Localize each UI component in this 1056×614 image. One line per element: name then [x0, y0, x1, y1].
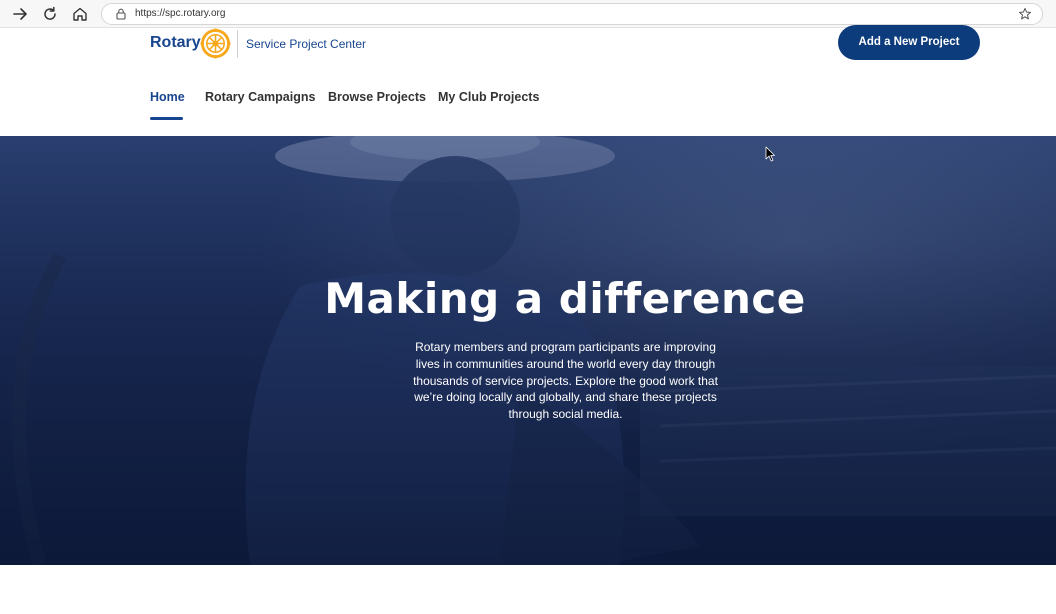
nav-active-indicator: [150, 117, 183, 120]
brand-divider: [237, 30, 238, 58]
lock-icon[interactable]: [114, 7, 128, 21]
mouse-cursor-icon: [765, 146, 775, 162]
brand-wordmark: Rotary: [150, 34, 201, 51]
add-new-project-button[interactable]: Add a New Project: [838, 25, 980, 60]
hero-title: Making a difference: [324, 274, 806, 323]
site-subtitle: Service Project Center: [246, 37, 367, 51]
browser-toolbar: https://spc.rotary.org: [0, 0, 1056, 28]
hero-description: Rotary members and program participants …: [413, 340, 718, 422]
hero-banner: Making a difference Rotary members and p…: [0, 136, 1056, 565]
nav-home[interactable]: Home: [150, 90, 185, 104]
back-arrow-icon[interactable]: [10, 4, 30, 24]
nav-my-club-projects[interactable]: My Club Projects: [438, 90, 539, 104]
rotary-wheel-icon: [200, 28, 231, 59]
site-header: Rotary Service Project Center Add a New …: [0, 25, 1056, 136]
star-icon[interactable]: [1018, 7, 1032, 21]
nav-browse-projects[interactable]: Browse Projects: [328, 90, 426, 104]
home-icon[interactable]: [70, 4, 90, 24]
url-text[interactable]: https://spc.rotary.org: [135, 7, 225, 21]
reload-icon[interactable]: [40, 4, 60, 24]
nav-rotary-campaigns[interactable]: Rotary Campaigns: [205, 90, 315, 104]
address-bar[interactable]: https://spc.rotary.org: [101, 3, 1043, 25]
